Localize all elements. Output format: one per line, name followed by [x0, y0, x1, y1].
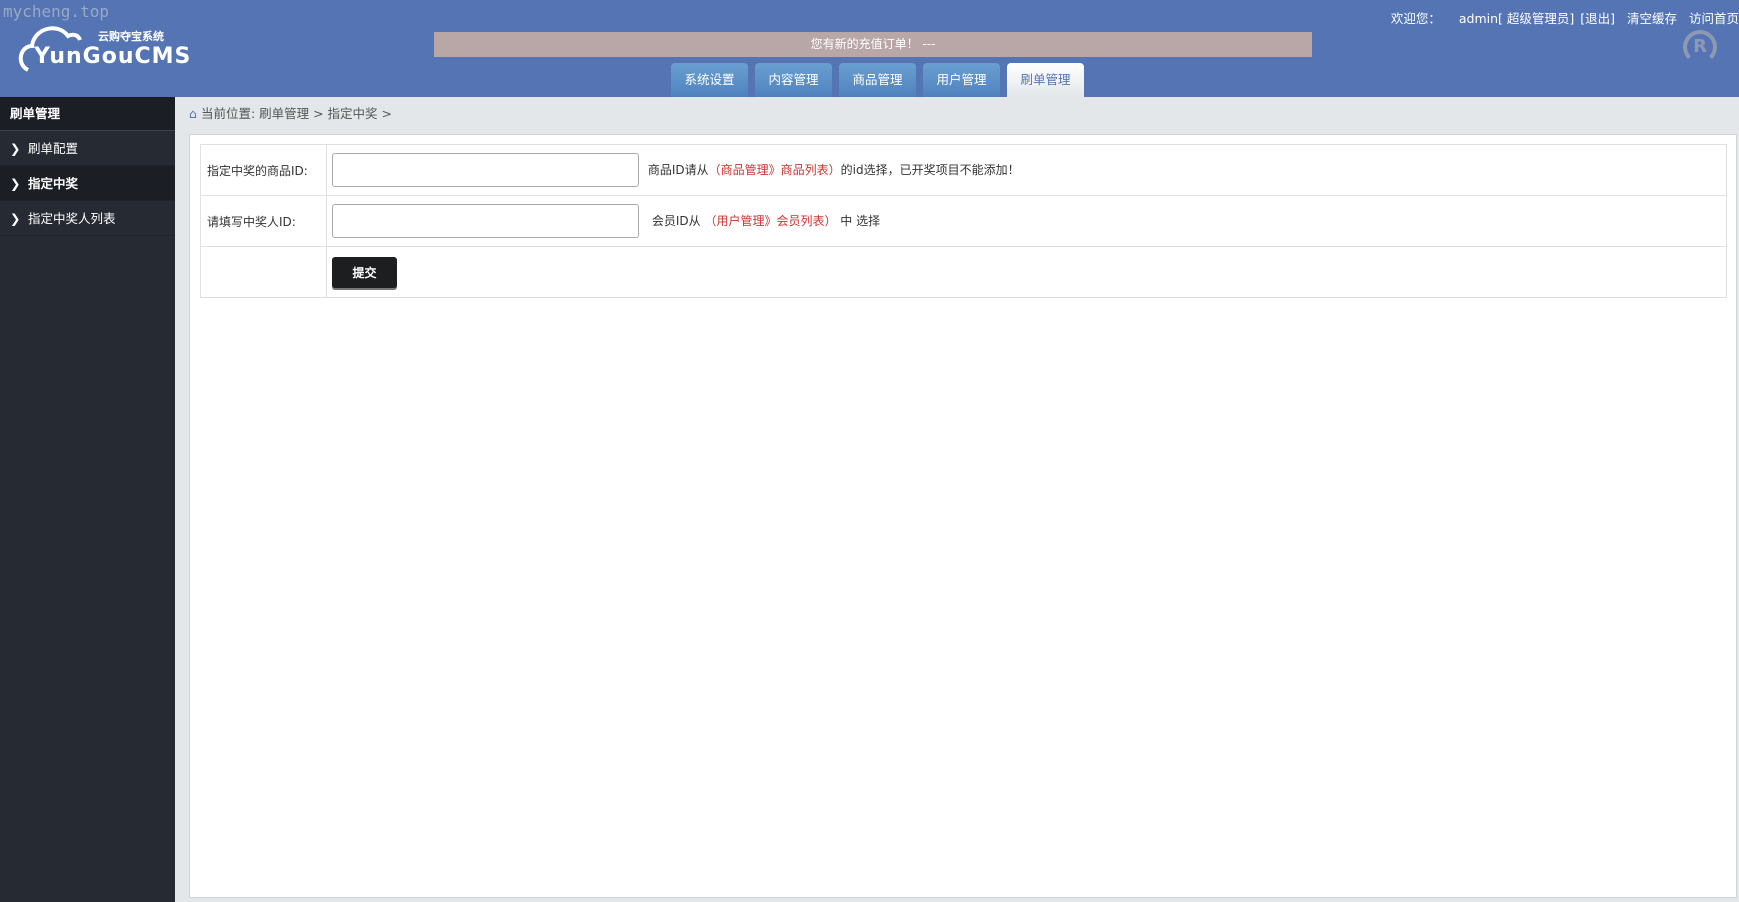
- form-row-product-id: 指定中奖的商品ID: 商品ID请从（商品管理》商品列表）的id选择，已开奖项目不…: [200, 144, 1727, 196]
- sidebar-item-label: 指定中奖: [28, 176, 79, 191]
- home-icon[interactable]: ⌂: [189, 106, 197, 121]
- notice-bar[interactable]: 您有新的充值订单！ ---: [434, 32, 1312, 57]
- logo[interactable]: 云购夺宝系统 YunGouCMS: [18, 20, 190, 76]
- sidebar-title: 刷单管理: [0, 97, 175, 131]
- chevron-right-icon: ❯: [10, 176, 21, 191]
- assign-winner-form: 指定中奖的商品ID: 商品ID请从（商品管理》商品列表）的id选择，已开奖项目不…: [200, 144, 1727, 298]
- main-tabs: 系统设置 内容管理 商品管理 用户管理 刷单管理: [671, 63, 1084, 97]
- tab-content-management[interactable]: 内容管理: [755, 63, 832, 97]
- product-id-label: 指定中奖的商品ID:: [200, 144, 327, 196]
- form-row-winner-id: 请填写中奖人ID: 会员ID从 （用户管理》会员列表） 中 选择: [200, 195, 1727, 247]
- product-id-input[interactable]: [332, 153, 639, 187]
- product-id-hint: 商品ID请从（商品管理》商品列表）的id选择，已开奖项目不能添加！: [648, 163, 1020, 177]
- logo-subtitle: 云购夺宝系统: [98, 30, 164, 43]
- sidebar-item-assign-winner[interactable]: ❯ 指定中奖: [0, 166, 175, 201]
- sidebar-item-winner-list[interactable]: ❯ 指定中奖人列表: [0, 201, 175, 236]
- hint-text: 会员ID从: [651, 213, 701, 228]
- member-list-link[interactable]: （用户管理》会员列表）: [704, 214, 836, 228]
- tab-product-management[interactable]: 商品管理: [839, 63, 916, 97]
- watermark: mycheng.top: [3, 2, 109, 21]
- form-row-submit: 提交: [200, 246, 1727, 298]
- user-name: admin[ 超级管理员]: [1458, 11, 1575, 26]
- breadcrumb-text: 当前位置: 刷单管理 > 指定中奖 >: [200, 106, 392, 121]
- visit-home-link[interactable]: 访问首页: [1689, 11, 1739, 26]
- hint-text: 的id选择，已开奖项目不能添加！: [840, 162, 1020, 177]
- content-panel: 指定中奖的商品ID: 商品ID请从（商品管理》商品列表）的id选择，已开奖项目不…: [189, 134, 1737, 898]
- registered-icon: R: [1683, 30, 1717, 64]
- chevron-right-icon: ❯: [10, 211, 21, 226]
- sidebar: 刷单管理 ❯ 刷单配置 ❯ 指定中奖 ❯ 指定中奖人列表: [0, 97, 175, 902]
- clear-cache-link[interactable]: 清空缓存: [1627, 11, 1677, 26]
- chevron-right-icon: ❯: [10, 141, 21, 156]
- welcome-text: 欢迎您：: [1390, 11, 1441, 26]
- winner-id-input[interactable]: [332, 204, 639, 238]
- winner-id-label: 请填写中奖人ID:: [200, 195, 327, 247]
- tab-system-settings[interactable]: 系统设置: [671, 63, 748, 97]
- sidebar-item-label: 指定中奖人列表: [28, 211, 116, 226]
- hint-text: 中 选择: [840, 213, 881, 228]
- submit-button[interactable]: 提交: [332, 256, 397, 288]
- logout-link[interactable]: [退出]: [1580, 11, 1615, 26]
- logo-title: YunGouCMS: [34, 44, 192, 69]
- sidebar-item-brush-config[interactable]: ❯ 刷单配置: [0, 131, 175, 166]
- top-user-bar: 欢迎您： admin[ 超级管理员] [退出] 清空缓存 访问首页: [1383, 8, 1739, 27]
- sidebar-item-label: 刷单配置: [28, 141, 79, 156]
- hint-text: 商品ID请从: [647, 162, 709, 177]
- winner-id-hint: 会员ID从 （用户管理》会员列表） 中 选择: [652, 214, 880, 228]
- product-list-link[interactable]: （商品管理》商品列表）: [709, 163, 841, 177]
- tab-user-management[interactable]: 用户管理: [923, 63, 1000, 97]
- header: mycheng.top 云购夺宝系统 YunGouCMS 您有新的充值订单！ -…: [0, 0, 1739, 97]
- breadcrumb: ⌂ 当前位置: 刷单管理 > 指定中奖 >: [175, 97, 392, 134]
- tab-order-brushing[interactable]: 刷单管理: [1007, 63, 1084, 97]
